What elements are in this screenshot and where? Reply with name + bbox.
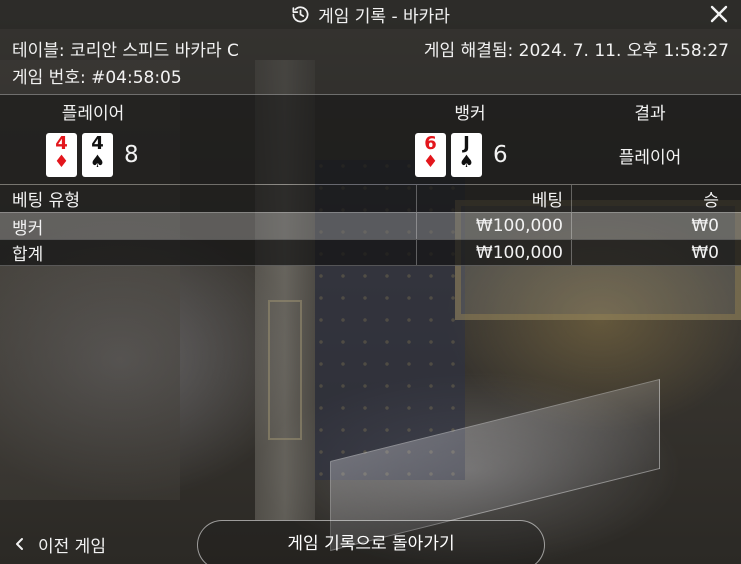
banker-header: 뱅커	[454, 104, 486, 124]
title-group: 게임 기록 - 바카라	[291, 2, 450, 27]
bet-type-header: 베팅 유형	[12, 191, 80, 211]
playing-card: 4 ♦	[46, 133, 77, 177]
bet-amount-cell: ₩100,000	[416, 240, 571, 265]
spade-icon: ♠	[89, 152, 106, 172]
playing-card: 6 ♦	[415, 133, 446, 177]
results-panel: 플레이어 뱅커 결과 4 ♦ 4 ♠ 8 6 ♦ J ♠ 6 플레이어	[0, 94, 741, 184]
game-info: 테이블: 코리안 스피드 바카라 C 게임 번호: #04:58:05 게임 해…	[0, 29, 741, 94]
previous-game-button[interactable]: 이전 게임	[14, 532, 106, 557]
settled-time: 게임 해결됨: 2024. 7. 11. 오후 1:58:27	[423, 41, 729, 61]
player-header: 플레이어	[61, 104, 125, 124]
bet-amount-header: 베팅	[416, 185, 571, 212]
playing-card: J ♠	[451, 133, 482, 177]
background-pillar-panel	[268, 300, 302, 440]
spade-icon: ♠	[458, 152, 475, 172]
diamond-icon: ♦	[53, 152, 70, 172]
card-rank: 6	[424, 133, 437, 154]
back-to-history-button[interactable]: 게임 기록으로 돌아가기	[197, 520, 545, 564]
win-cell: ₩0	[571, 213, 721, 239]
table-row: 뱅커 ₩100,000 ₩0	[0, 212, 741, 239]
table-row-total: 합계 ₩100,000 ₩0	[0, 239, 741, 266]
round-id: 게임 번호: #04:58:05	[12, 68, 182, 88]
diamond-icon: ♦	[422, 152, 439, 172]
bet-amount-cell: ₩100,000	[416, 213, 571, 239]
card-rank: 4	[91, 133, 104, 154]
close-button[interactable]	[707, 2, 731, 26]
table-name: 테이블: 코리안 스피드 바카라 C	[12, 41, 239, 61]
chevron-left-icon	[14, 537, 26, 551]
previous-game-label: 이전 게임	[38, 536, 106, 557]
win-header: 승	[571, 185, 721, 212]
bets-table: 베팅 유형 베팅 승 뱅커 ₩100,000 ₩0 합계 ₩100,000 ₩0	[0, 184, 741, 266]
result-header: 결과	[634, 104, 666, 124]
banker-hand: 6 ♦ J ♠ 6	[415, 133, 508, 177]
banker-score: 6	[493, 142, 508, 168]
close-icon	[710, 5, 728, 23]
card-rank: 4	[55, 133, 68, 154]
playing-card: 4 ♠	[82, 133, 113, 177]
table-header-row: 베팅 유형 베팅 승	[0, 185, 741, 212]
win-cell: ₩0	[571, 240, 721, 265]
result-value: 플레이어	[618, 148, 682, 168]
title-bar: 게임 기록 - 바카라	[0, 0, 741, 29]
page-title: 게임 기록 - 바카라	[318, 7, 450, 27]
player-hand: 4 ♦ 4 ♠ 8	[46, 133, 139, 177]
card-rank: J	[463, 133, 470, 154]
bet-type-cell: 뱅커	[12, 218, 44, 239]
bet-type-cell: 합계	[12, 245, 44, 265]
player-score: 8	[124, 142, 139, 168]
history-icon	[291, 5, 310, 24]
